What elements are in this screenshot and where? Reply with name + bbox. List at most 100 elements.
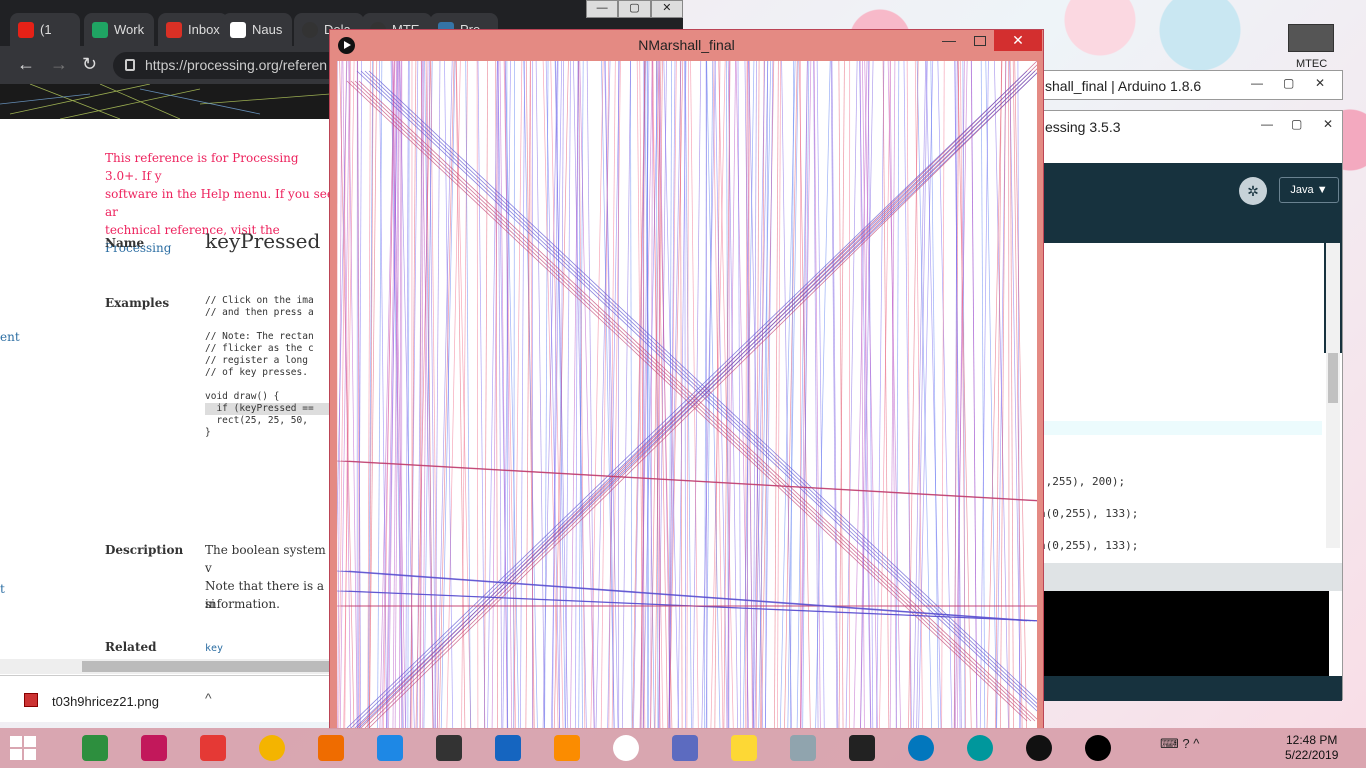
taskbar-games-button[interactable]	[193, 732, 233, 764]
page-title: keyPressed	[205, 229, 321, 253]
desktop-shortcut-label: MTEC	[1296, 58, 1328, 70]
taskbar-blender-button[interactable]	[311, 732, 351, 764]
file-explorer-icon	[731, 735, 757, 761]
address-bar[interactable]: https://processing.org/referen	[113, 52, 353, 79]
windows-store-icon	[82, 735, 108, 761]
code-line: n(0,255), 133);	[1039, 507, 1139, 520]
github-icon	[302, 21, 318, 38]
taskbar-arrow-button[interactable]	[842, 732, 882, 764]
processing-run-icon	[338, 37, 355, 54]
processing-ide-window: essing 3.5.3 — ▢ ✕ ✲ Java ▼ ),255), 200)…	[1038, 110, 1343, 701]
close-button[interactable]: ✕	[994, 30, 1042, 51]
reference-page: This reference is for Processing 3.0+. I…	[0, 119, 330, 659]
taskbar-cow-button[interactable]	[606, 732, 646, 764]
defender-icon	[495, 735, 521, 761]
p5-icon	[1026, 735, 1052, 761]
taskbar-media-player-button[interactable]	[547, 732, 587, 764]
taskbar-file-explorer-button[interactable]	[724, 732, 764, 764]
code-line: }	[205, 427, 211, 438]
taskbar-defender-button[interactable]	[488, 732, 528, 764]
maximize-button[interactable]: ▢	[618, 0, 651, 18]
close-button[interactable]: ✕	[1315, 76, 1325, 90]
related-link[interactable]: key	[205, 640, 223, 658]
maximize-button[interactable]	[974, 36, 986, 46]
horizontal-scrollbar[interactable]	[0, 659, 332, 674]
taskbar-arduino-button[interactable]	[960, 732, 1000, 764]
related-label: Related	[105, 640, 157, 654]
downloads-bar: t03h9hricez21.png ^	[0, 675, 330, 722]
back-button[interactable]: ←	[17, 54, 35, 75]
download-filename[interactable]: t03h9hricez21.png	[52, 694, 159, 709]
desktop-shortcut-thumbnail[interactable]	[1288, 24, 1334, 52]
taskbar-processing-run-button[interactable]	[1078, 732, 1118, 764]
tab-gmail[interactable]: Inbox	[158, 13, 228, 46]
code-editor[interactable]: ),255), 200); n(0,255), 133); n(0,255), …	[1039, 243, 1324, 552]
mode-selector[interactable]: Java ▼	[1279, 177, 1339, 203]
sidebar-link[interactable]: ent	[0, 330, 20, 344]
minimize-button[interactable]: —	[586, 0, 619, 18]
taskbar-wave-button[interactable]	[901, 732, 941, 764]
close-button[interactable]: ✕	[1323, 117, 1333, 131]
description-label: Description	[105, 543, 184, 557]
taskbar: ⌨ ? ^ 12:48 PM 5/22/2019	[0, 728, 1366, 768]
minimize-button[interactable]: —	[942, 32, 956, 48]
taskbar-chrome-button[interactable]	[252, 732, 292, 764]
arduino-title: shall_final | Arduino 1.8.6	[1045, 78, 1202, 94]
blender-icon	[318, 735, 344, 761]
arduino-window-titlebar: shall_final | Arduino 1.8.6 — ▢ ✕	[1038, 70, 1343, 100]
wikipedia-icon	[230, 21, 246, 38]
wave-icon	[908, 735, 934, 761]
monitor-icon	[790, 735, 816, 761]
status-bar	[1039, 676, 1342, 701]
taskbar-hp-button[interactable]	[134, 732, 174, 764]
code-line: // Note: The rectan	[205, 331, 314, 342]
image-file-icon	[24, 693, 38, 707]
code-line: // of key presses.	[205, 367, 308, 378]
maximize-button[interactable]: ▢	[1291, 117, 1302, 131]
code-line: fill(0);	[315, 403, 330, 415]
code-line: rect(25, 25, 50,	[205, 415, 308, 426]
console-area[interactable]	[1039, 591, 1329, 676]
code-line: // and then press a	[205, 307, 314, 318]
scrollbar-thumb[interactable]	[1328, 353, 1338, 403]
system-tray[interactable]: ⌨ ? ^	[1160, 736, 1199, 752]
minimize-button[interactable]: —	[1261, 117, 1273, 131]
minimize-button[interactable]: —	[1251, 76, 1263, 90]
sketch-canvas[interactable]	[337, 61, 1037, 728]
note-line-2: information.	[205, 597, 280, 611]
download-options-button[interactable]: ^	[205, 690, 212, 706]
tab-wikipedia[interactable]: Naus	[222, 13, 292, 46]
clock-date: 5/22/2019	[1285, 748, 1339, 762]
butterfly-icon[interactable]: ✲	[1239, 177, 1267, 205]
tab-youtube[interactable]: (1	[10, 13, 80, 46]
processing-run-icon	[1085, 735, 1111, 761]
youtube-icon	[18, 21, 34, 38]
processing-title: essing 3.5.3	[1045, 119, 1121, 135]
arduino-icon	[967, 735, 993, 761]
examples-label: Examples	[105, 296, 170, 310]
sidebar-link[interactable]: t	[0, 582, 5, 596]
taskbar-landscape-button[interactable]	[665, 732, 705, 764]
clock-time: 12:48 PM	[1286, 733, 1338, 747]
bar-chart-icon	[377, 735, 403, 761]
maximize-button[interactable]: ▢	[1283, 76, 1294, 90]
taskbar-windows-store-button[interactable]	[75, 732, 115, 764]
taskbar-bar-chart-button[interactable]	[370, 732, 410, 764]
description-text: The boolean system v	[205, 543, 326, 575]
forward-button[interactable]: →	[50, 54, 68, 75]
taskbar-monitor-button[interactable]	[783, 732, 823, 764]
games-icon	[200, 735, 226, 761]
editor-scrollbar[interactable]	[1326, 243, 1340, 548]
clock[interactable]: 12:48 PM 5/22/2019	[1285, 733, 1338, 763]
tab-drive[interactable]: Work	[84, 13, 154, 46]
scrollbar-thumb[interactable]	[82, 661, 332, 672]
generative-lines-art	[337, 61, 1037, 728]
taskbar-unity-button[interactable]	[429, 732, 469, 764]
console-header	[1039, 563, 1342, 591]
browser-window-controls: — ▢ ✕	[586, 0, 683, 18]
code-line: // flicker as the c	[205, 343, 314, 354]
close-button[interactable]: ✕	[650, 0, 683, 18]
taskbar-p5-button[interactable]	[1019, 732, 1059, 764]
windows-start-icon[interactable]	[10, 736, 38, 760]
reload-button[interactable]: ↻	[82, 54, 97, 75]
